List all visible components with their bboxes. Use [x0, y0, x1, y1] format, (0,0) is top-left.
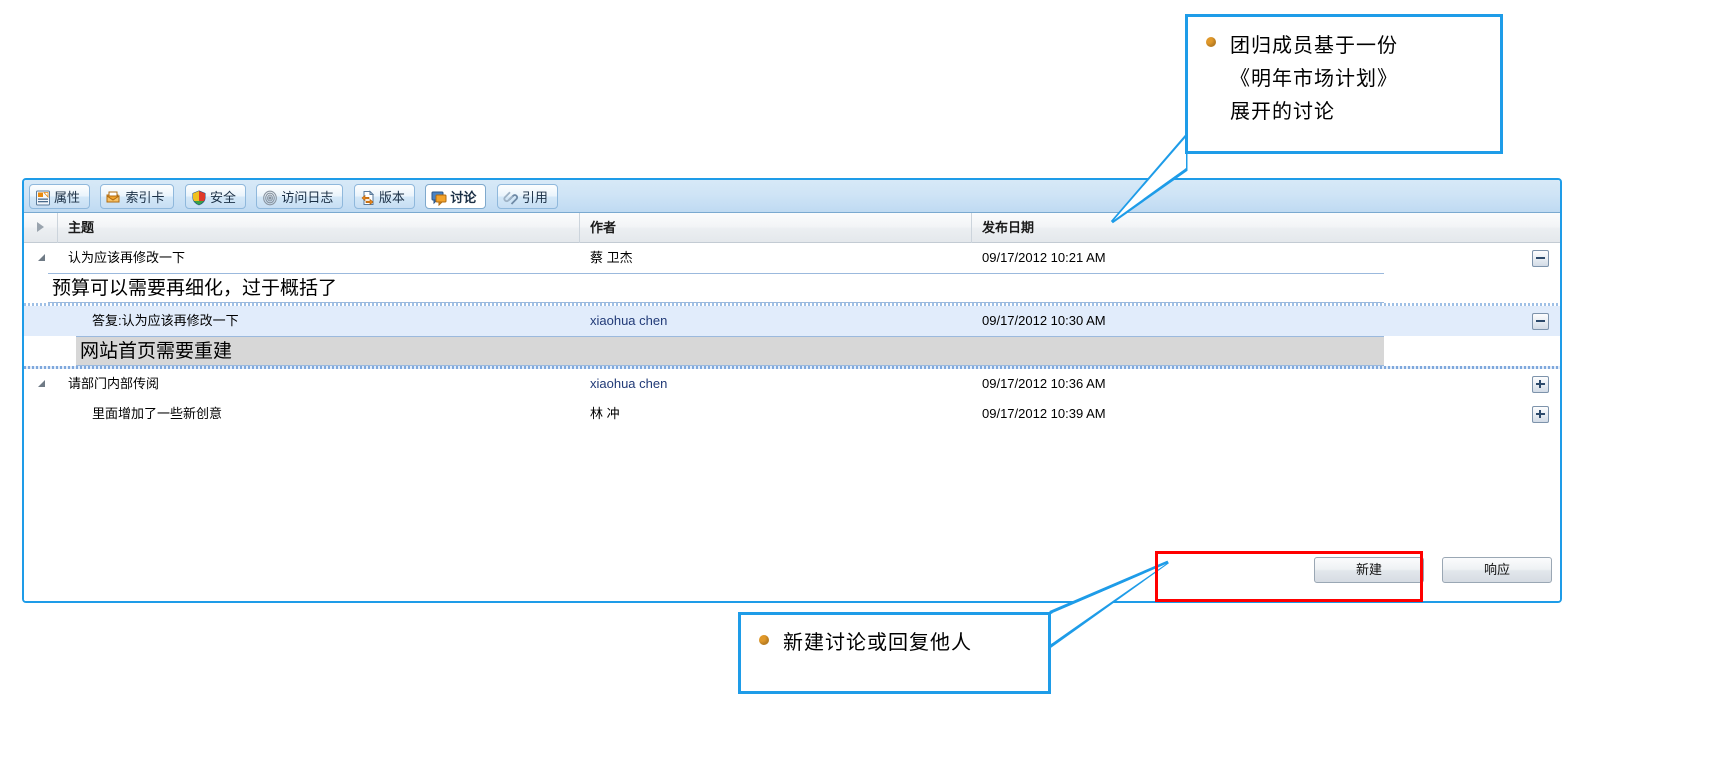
tab-label: 引用: [521, 190, 548, 205]
callout-line: 新建讨论或回复他人: [783, 630, 972, 654]
discussion-panel: 属性 索引卡 安全 访问日志 版本 讨论 引用 主题 作者 发布日期 认为应该再…: [22, 178, 1562, 603]
column-header-author[interactable]: 作者: [580, 212, 972, 243]
tab-security[interactable]: 安全: [184, 184, 246, 209]
row-body-text: 预算可以需要再细化，过于概括了: [48, 273, 1384, 303]
callout-top-text: 团归成员基于一份 《明年市场计划》 展开的讨论: [1230, 29, 1398, 128]
row-date: 09/17/2012 10:21 AM: [982, 250, 1106, 265]
table-row[interactable]: 答复:认为应该再修改一下 xiaohua chen 09/17/2012 10:…: [24, 306, 1560, 336]
plus-box-icon: [1531, 406, 1549, 424]
row-subject: 请部门内部传阅: [68, 376, 160, 391]
version-icon: [360, 189, 376, 206]
minus-box-icon: [1531, 250, 1549, 268]
fingerprint-access-log-icon: [262, 189, 278, 206]
tab-properties[interactable]: 属性: [29, 184, 91, 209]
row-expand-toggle[interactable]: [1520, 369, 1560, 399]
row-author: 林 冲: [590, 406, 620, 421]
column-header-date[interactable]: 发布日期: [972, 213, 1560, 243]
link-reference-icon: [503, 189, 519, 205]
row-collapse-toggle[interactable]: [1520, 243, 1560, 273]
tab-label: 访问日志: [281, 190, 334, 205]
row-expand-toggle[interactable]: [1520, 399, 1560, 429]
shield-security-icon: [191, 189, 207, 206]
callout-line: 《明年市场计划》: [1230, 66, 1398, 90]
tab-label: 属性: [54, 190, 81, 205]
tab-access-log[interactable]: 访问日志: [256, 184, 344, 209]
row-gutter: [24, 306, 58, 336]
bullet-icon: [759, 635, 769, 645]
row-subject: 认为应该再修改一下: [68, 250, 186, 265]
callout-top: 团归成员基于一份 《明年市场计划》 展开的讨论: [1185, 14, 1503, 154]
table-row[interactable]: 认为应该再修改一下 蔡 卫杰 09/17/2012 10:21 AM: [24, 243, 1560, 273]
bullet-icon: [1206, 37, 1216, 47]
discussion-icon: [431, 189, 447, 207]
tab-label: 索引卡: [125, 190, 165, 205]
body-text: 网站首页需要重建: [80, 340, 233, 362]
tab-version[interactable]: 版本: [353, 184, 415, 209]
callout-bottom: 新建讨论或回复他人: [738, 612, 1051, 694]
tab-discussion[interactable]: 讨论: [425, 184, 487, 209]
callout-bottom-text: 新建讨论或回复他人: [783, 629, 972, 655]
row-subject: 里面增加了一些新创意: [92, 406, 223, 421]
row-collapse-toggle[interactable]: [1520, 306, 1560, 336]
minus-box-icon: [1531, 313, 1549, 331]
grid-body: 认为应该再修改一下 蔡 卫杰 09/17/2012 10:21 AM 预算可以需…: [24, 243, 1560, 601]
tab-label: 安全: [209, 190, 236, 205]
properties-icon: [35, 189, 51, 206]
plus-box-icon: [1531, 376, 1549, 394]
row-gutter: [24, 399, 58, 429]
callout-line: 团归成员基于一份: [1230, 33, 1398, 57]
row-date: 09/17/2012 10:39 AM: [982, 406, 1106, 421]
table-row[interactable]: 请部门内部传阅 xiaohua chen 09/17/2012 10:36 AM: [24, 369, 1560, 399]
body-text: 预算可以需要再细化，过于概括了: [52, 277, 338, 299]
row-author: 蔡 卫杰: [590, 250, 633, 265]
triangle-icon: [37, 380, 45, 387]
respond-button[interactable]: 响应: [1442, 557, 1552, 583]
row-author[interactable]: xiaohua chen: [580, 306, 972, 336]
header-sort-gutter[interactable]: [24, 212, 58, 243]
row-date: 09/17/2012 10:30 AM: [982, 313, 1106, 328]
triangle-icon: [37, 254, 45, 261]
row-expand-triangle[interactable]: [24, 369, 58, 399]
column-header-subject[interactable]: 主题: [58, 212, 580, 243]
row-expand-triangle[interactable]: [24, 243, 58, 273]
row-subject: 答复:认为应该再修改一下: [92, 313, 239, 328]
highlight-box-buttons: [1155, 551, 1423, 602]
table-row[interactable]: 里面增加了一些新创意 林 冲 09/17/2012 10:39 AM: [24, 399, 1560, 429]
row-date: 09/17/2012 10:36 AM: [982, 376, 1106, 391]
row-author[interactable]: xiaohua chen: [580, 369, 972, 399]
callout-line: 展开的讨论: [1230, 99, 1335, 123]
grid-header: 主题 作者 发布日期: [24, 212, 1560, 243]
row-body-text: 网站首页需要重建: [76, 336, 1384, 366]
tab-label: 版本: [378, 190, 405, 205]
index-card-icon: [106, 189, 122, 205]
sort-caret-icon: [37, 221, 44, 232]
tab-index-card[interactable]: 索引卡: [100, 184, 175, 209]
tab-strip: 属性 索引卡 安全 访问日志 版本 讨论 引用: [24, 180, 1560, 213]
tab-label: 讨论: [450, 190, 477, 205]
tab-reference[interactable]: 引用: [496, 184, 558, 209]
